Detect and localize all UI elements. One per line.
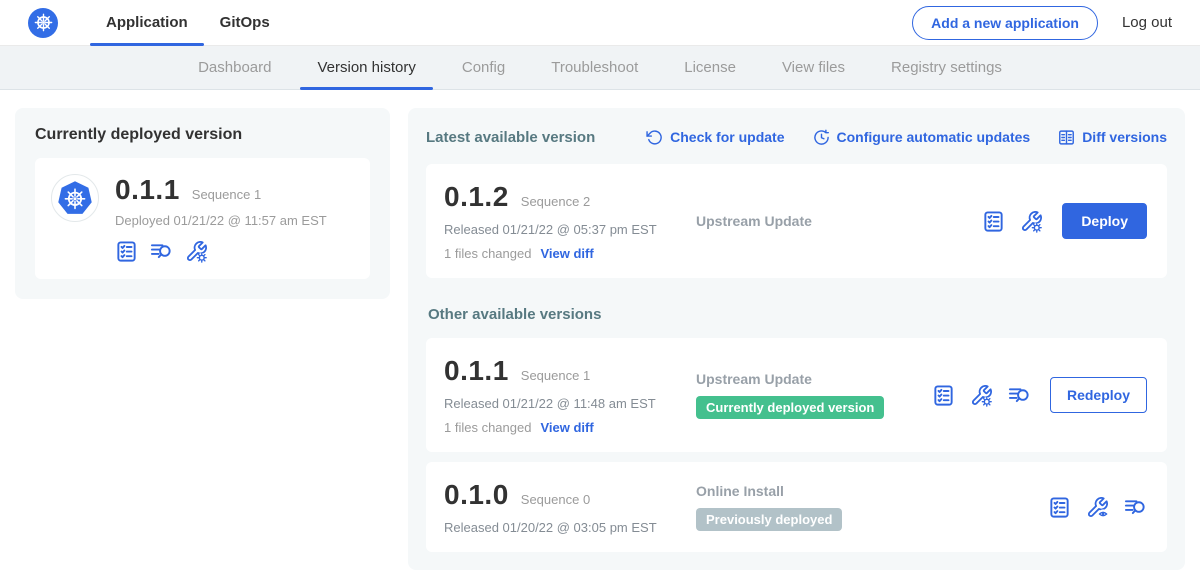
- subnav-item-view-files[interactable]: View files: [759, 46, 868, 89]
- refresh-icon: [646, 129, 663, 146]
- currently-deployed-badge: Currently deployed version: [696, 396, 884, 419]
- subnav-item-version-history[interactable]: Version history: [294, 46, 438, 89]
- version-card-0-1-0: 0.1.0 Sequence 0 Released 01/20/22 @ 03:…: [426, 462, 1167, 552]
- tab-gitops-label: GitOps: [220, 14, 270, 31]
- deployed-version-card: 0.1.1 Sequence 1 Deployed 01/21/22 @ 11:…: [35, 158, 370, 279]
- add-application-button[interactable]: Add a new application: [912, 6, 1098, 40]
- view-diff-link[interactable]: View diff: [540, 420, 593, 435]
- files-changed-label: 1 files changed: [444, 246, 531, 261]
- deploy-logs-icon[interactable]: [1008, 384, 1031, 407]
- logout-link[interactable]: Log out: [1122, 14, 1172, 31]
- diff-versions-link[interactable]: Diff versions: [1058, 129, 1167, 146]
- deploy-button[interactable]: Deploy: [1062, 203, 1147, 239]
- sequence-label: Sequence 1: [521, 368, 590, 383]
- config-wrench-gear-icon[interactable]: [185, 240, 208, 263]
- deployed-date-label: Deployed 01/21/22 @ 11:57 am EST: [115, 213, 327, 228]
- released-date-label: Released 01/21/22 @ 11:48 am EST: [444, 396, 696, 411]
- config-wrench-eye-icon[interactable]: [1086, 496, 1109, 519]
- configure-automatic-updates-link[interactable]: Configure automatic updates: [813, 129, 1031, 146]
- secondary-nav: Dashboard Version history Config Trouble…: [0, 46, 1200, 90]
- available-versions-panel: Latest available version Check for updat…: [408, 108, 1185, 570]
- check-for-update-label: Check for update: [670, 129, 784, 145]
- schedule-refresh-icon: [813, 129, 830, 146]
- deployed-version-label: 0.1.1: [115, 174, 180, 206]
- configure-updates-label: Configure automatic updates: [837, 129, 1031, 145]
- top-header: Application GitOps Add a new application…: [0, 0, 1200, 46]
- kubernetes-heptagon-icon: [55, 178, 95, 218]
- previously-deployed-badge: Previously deployed: [696, 508, 842, 531]
- app-logo: [51, 174, 99, 222]
- version-label: 0.1.0: [444, 479, 509, 511]
- preflight-checklist-icon[interactable]: [932, 384, 955, 407]
- subnav-item-dashboard[interactable]: Dashboard: [175, 46, 294, 89]
- version-label: 0.1.2: [444, 181, 509, 213]
- main-content: Currently deployed version 0.1.1 Sequenc…: [0, 90, 1200, 570]
- tab-gitops[interactable]: GitOps: [204, 0, 286, 45]
- diff-columns-icon: [1058, 129, 1075, 146]
- subnav-item-config[interactable]: Config: [439, 46, 528, 89]
- helm-wheel-icon: [33, 12, 54, 33]
- sequence-label: Sequence 2: [521, 194, 590, 209]
- version-card-0-1-1: 0.1.1 Sequence 1 Released 01/21/22 @ 11:…: [426, 338, 1167, 452]
- version-source-label: Online Install: [696, 483, 1048, 499]
- currently-deployed-panel: Currently deployed version 0.1.1 Sequenc…: [15, 108, 390, 299]
- version-source-label: Upstream Update: [696, 213, 982, 229]
- subnav-item-troubleshoot[interactable]: Troubleshoot: [528, 46, 661, 89]
- deploy-logs-icon[interactable]: [150, 240, 173, 263]
- app-tabs: Application GitOps: [90, 0, 286, 45]
- preflight-checklist-icon[interactable]: [115, 240, 138, 263]
- tab-application-label: Application: [106, 14, 188, 31]
- version-label: 0.1.1: [444, 355, 509, 387]
- check-for-update-link[interactable]: Check for update: [646, 129, 784, 146]
- kubernetes-logo-icon: [28, 8, 58, 38]
- files-changed-label: 1 files changed: [444, 420, 531, 435]
- deployed-sequence-label: Sequence 1: [192, 187, 261, 202]
- version-card-0-1-2: 0.1.2 Sequence 2 Released 01/21/22 @ 05:…: [426, 164, 1167, 278]
- sequence-label: Sequence 0: [521, 492, 590, 507]
- header-right: Add a new application Log out: [912, 0, 1172, 45]
- redeploy-button[interactable]: Redeploy: [1050, 377, 1147, 413]
- released-date-label: Released 01/21/22 @ 05:37 pm EST: [444, 222, 696, 237]
- released-date-label: Released 01/20/22 @ 03:05 pm EST: [444, 520, 696, 535]
- preflight-checklist-icon[interactable]: [1048, 496, 1071, 519]
- deployed-panel-title: Currently deployed version: [35, 126, 370, 144]
- deploy-logs-icon[interactable]: [1124, 496, 1147, 519]
- config-wrench-gear-icon[interactable]: [1020, 210, 1043, 233]
- diff-versions-label: Diff versions: [1082, 129, 1167, 145]
- other-versions-title: Other available versions: [428, 306, 1167, 323]
- subnav-item-registry-settings[interactable]: Registry settings: [868, 46, 1025, 89]
- config-wrench-gear-icon[interactable]: [970, 384, 993, 407]
- preflight-checklist-icon[interactable]: [982, 210, 1005, 233]
- version-source-label: Upstream Update: [696, 371, 932, 387]
- view-diff-link[interactable]: View diff: [540, 246, 593, 261]
- subnav-item-license[interactable]: License: [661, 46, 759, 89]
- latest-available-title: Latest available version: [426, 129, 595, 146]
- tab-application[interactable]: Application: [90, 0, 204, 45]
